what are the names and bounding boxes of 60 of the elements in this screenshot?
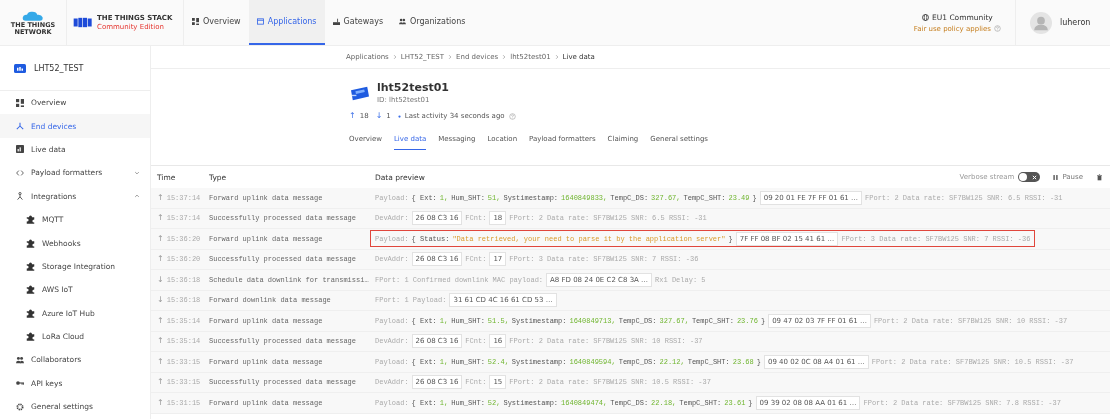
person-icon <box>16 192 24 201</box>
direction-arrow: ↑ <box>157 193 164 202</box>
direction-arrow: ↑ <box>157 316 164 325</box>
message-row[interactable] <box>151 393 1110 414</box>
help-icon <box>994 25 1001 32</box>
window-icon <box>256 18 264 25</box>
code-icon <box>16 168 24 177</box>
nav-tab[interactable]: Applications <box>248 0 325 45</box>
chevron-icon <box>134 193 140 200</box>
globe-icon <box>922 13 929 21</box>
nav-tab[interactable]: Gateways <box>324 0 392 45</box>
application-name: LHT52_TEST <box>34 63 84 73</box>
people-icon <box>399 18 407 25</box>
stack-logo-icon <box>73 17 93 28</box>
direction-arrow: ↑ <box>157 234 164 243</box>
cloud-icon <box>21 10 45 22</box>
chevron-icon <box>134 169 140 176</box>
pause-icon <box>1052 173 1060 181</box>
grid-icon <box>16 98 24 107</box>
people-icon <box>16 356 24 364</box>
uplink-arrow: ↑ <box>349 112 356 120</box>
puzzle-icon <box>26 261 35 271</box>
chevron-icon <box>392 54 397 60</box>
message-row[interactable] <box>151 311 1110 332</box>
direction-arrow: ↓ <box>157 296 164 305</box>
direction-arrow: ↑ <box>157 378 164 387</box>
direction-arrow: ↑ <box>157 337 164 346</box>
application-icon <box>14 63 26 73</box>
puzzle-icon <box>26 332 35 342</box>
status-dot-icon <box>397 114 401 118</box>
nav-tab[interactable]: Organizations <box>391 0 474 45</box>
trash-icon[interactable] <box>1097 173 1102 181</box>
direction-arrow: ↑ <box>157 255 164 264</box>
puzzle-icon <box>26 238 35 248</box>
direction-arrow: ↑ <box>157 357 164 366</box>
chevron-icon <box>554 54 559 60</box>
user-name[interactable]: luheron <box>1060 18 1091 27</box>
settings-icon <box>16 402 24 411</box>
nav-tab[interactable]: Overview <box>184 0 249 45</box>
chart-icon <box>16 145 24 154</box>
verbose-toggle[interactable] <box>1018 172 1041 182</box>
downlink-arrow: ↓ <box>375 112 383 120</box>
grid-icon <box>192 18 199 25</box>
chevron-icon <box>448 54 453 60</box>
direction-arrow: ↓ <box>157 275 164 284</box>
chevron-icon <box>502 54 507 60</box>
x-icon <box>1032 174 1038 180</box>
avatar-icon[interactable] <box>1030 11 1052 34</box>
gateway-icon <box>332 18 340 25</box>
puzzle-icon <box>26 308 35 318</box>
direction-arrow: ↑ <box>157 398 164 407</box>
puzzle-icon <box>26 285 35 295</box>
puzzle-icon <box>26 215 35 225</box>
key-icon <box>16 379 24 388</box>
device-name: lht52test01 <box>377 81 449 94</box>
direction-arrow: ↑ <box>157 214 164 223</box>
message-row[interactable] <box>151 188 1110 209</box>
branch-icon <box>16 122 24 131</box>
message-row[interactable] <box>151 352 1110 373</box>
help-icon <box>508 112 516 120</box>
